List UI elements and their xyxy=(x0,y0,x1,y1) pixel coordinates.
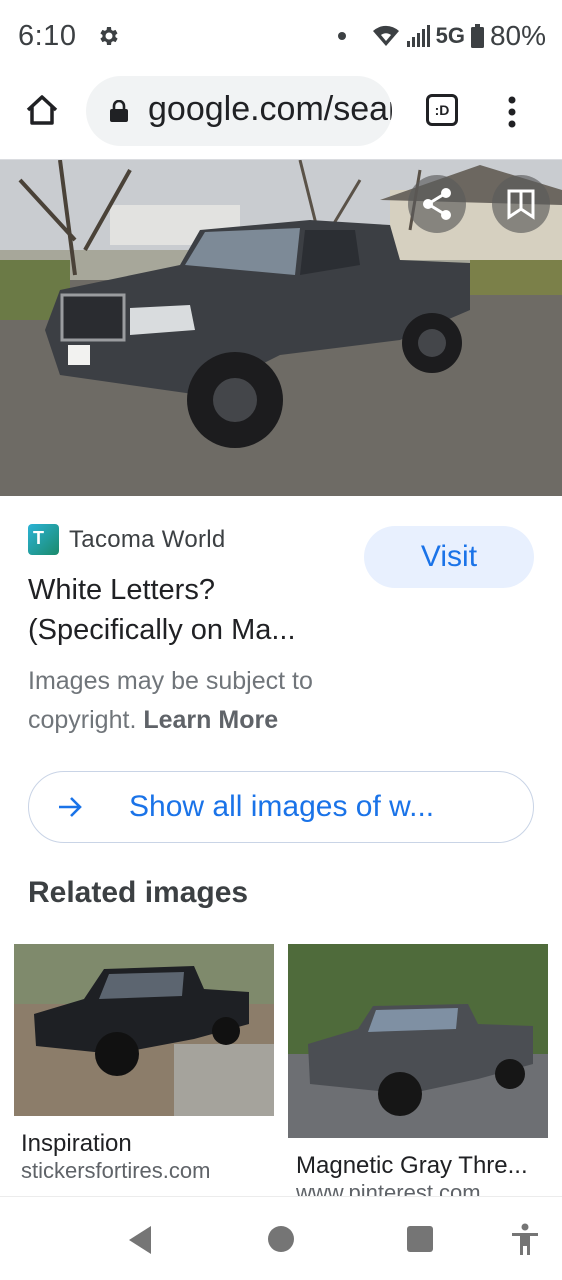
url-bar[interactable]: google.com/search xyxy=(86,76,392,146)
source-row[interactable]: T Tacoma World xyxy=(28,524,226,555)
related-title-1[interactable]: Inspiration xyxy=(21,1130,132,1158)
show-all-images-button[interactable]: Show all images of w... xyxy=(28,771,534,843)
learn-more-link[interactable]: Learn More xyxy=(143,706,278,734)
visit-button[interactable]: Visit xyxy=(364,526,534,588)
home-circle-icon[interactable] xyxy=(268,1226,294,1252)
back-icon[interactable] xyxy=(127,1225,153,1255)
share-icon xyxy=(423,188,451,220)
related-site-1: stickersfortires.com xyxy=(21,1158,211,1183)
related-images-heading: Related images xyxy=(28,876,249,909)
status-indicators: 5G 80% xyxy=(337,20,546,52)
favicon-letter: T xyxy=(33,528,44,548)
url-text: google.com/search xyxy=(148,90,392,128)
recents-icon[interactable] xyxy=(407,1226,433,1252)
share-button[interactable] xyxy=(408,175,466,233)
browser-toolbar: google.com/search :D xyxy=(0,72,562,152)
battery-icon xyxy=(470,24,484,48)
system-nav-bar xyxy=(0,1196,562,1280)
related-photo-2 xyxy=(288,944,548,1138)
bookmark-icon xyxy=(507,189,535,220)
related-image-2[interactable] xyxy=(288,944,548,1138)
menu-icon[interactable] xyxy=(502,92,522,132)
save-button[interactable] xyxy=(492,175,550,233)
source-favicon: T xyxy=(28,524,59,555)
copyright-notice: Images may be subject to copyright. Lear… xyxy=(28,662,368,740)
source-name: Tacoma World xyxy=(69,525,226,553)
truck-photo xyxy=(0,160,562,496)
home-icon[interactable] xyxy=(24,92,60,128)
signal-icon xyxy=(406,25,430,47)
preview-image[interactable] xyxy=(0,160,562,496)
status-bar: 6:10 5G 80% xyxy=(0,0,562,72)
status-time: 6:10 xyxy=(18,20,77,52)
related-image-1[interactable] xyxy=(14,944,274,1116)
wifi-icon xyxy=(372,25,399,46)
battery-percent: 80% xyxy=(489,20,546,51)
accessibility-icon[interactable] xyxy=(510,1223,540,1255)
show-all-label: Show all images of w... xyxy=(129,790,435,823)
related-title-2[interactable]: Magnetic Gray Thre... xyxy=(296,1152,544,1180)
result-title[interactable]: White Letters? (Specifically on Ma... xyxy=(28,570,358,650)
network-type: 5G xyxy=(435,23,465,48)
lock-icon xyxy=(110,100,128,122)
notification-dot xyxy=(337,32,346,40)
tab-switcher-icon[interactable]: :D xyxy=(426,94,458,126)
related-photo-1 xyxy=(14,944,274,1116)
arrow-right-icon xyxy=(59,797,82,817)
settings-icon xyxy=(100,27,118,45)
